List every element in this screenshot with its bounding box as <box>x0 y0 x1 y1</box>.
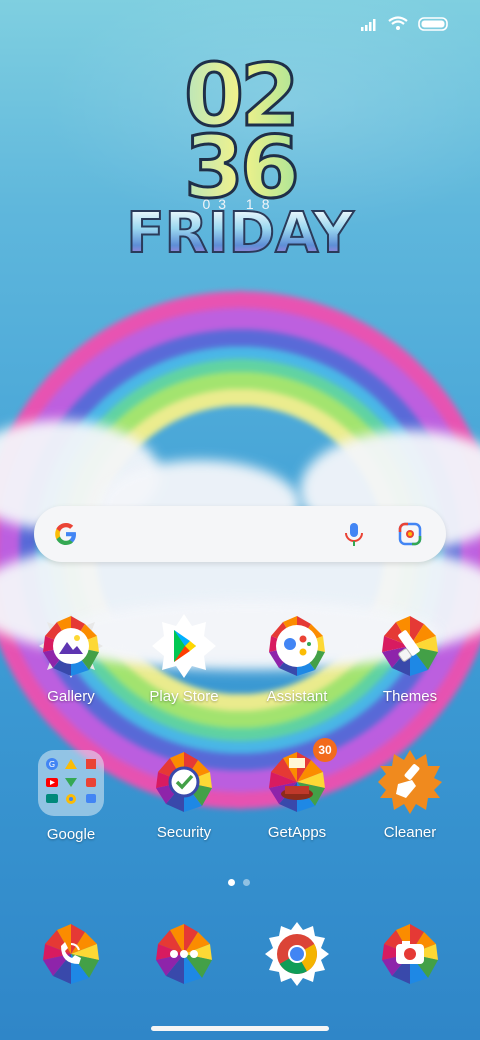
page-indicator <box>228 879 250 886</box>
dock-camera[interactable] <box>355 922 465 986</box>
app-google-folder[interactable]: G Google <box>16 750 126 843</box>
messages-icon <box>156 924 212 984</box>
themes-icon <box>382 616 438 676</box>
app-themes[interactable]: Themes <box>355 614 465 705</box>
app-label: GetApps <box>267 824 327 841</box>
camera-icon <box>382 924 438 984</box>
svg-text:G: G <box>49 760 55 769</box>
signal-icon <box>361 18 376 31</box>
google-g-icon <box>55 523 76 545</box>
status-bar <box>360 16 450 31</box>
notification-badge: 30 <box>313 738 337 762</box>
dock-phone[interactable] <box>16 922 126 986</box>
assistant-icon <box>269 616 325 676</box>
dock-chrome[interactable] <box>242 922 352 986</box>
google-search-bar[interactable] <box>34 506 446 562</box>
dock-messages[interactable] <box>129 922 239 986</box>
gallery-icon <box>39 614 103 678</box>
wifi-icon <box>388 16 408 30</box>
app-cleaner[interactable]: Cleaner <box>355 750 465 841</box>
app-label: Play Store <box>149 688 219 705</box>
app-label: Themes <box>382 688 438 705</box>
app-gallery[interactable]: Gallery <box>16 614 126 705</box>
google-folder-icon: G <box>38 750 104 816</box>
app-label: Gallery <box>47 688 95 705</box>
security-icon <box>156 752 212 812</box>
google-lens-icon[interactable] <box>396 520 424 548</box>
app-security[interactable]: Security <box>129 750 239 841</box>
clock-day: FRIDAY <box>0 205 480 263</box>
clock-widget[interactable]: 02 36 03 18 FRIDAY <box>0 52 480 263</box>
app-label: Cleaner <box>383 824 437 841</box>
clock-minute: 36 <box>0 124 480 213</box>
phone-icon <box>43 924 99 984</box>
app-play-store[interactable]: Play Store <box>129 614 239 705</box>
app-label: Assistant <box>266 688 328 705</box>
battery-icon <box>418 16 448 31</box>
home-gesture-bar[interactable] <box>151 1026 329 1031</box>
app-getapps[interactable]: 30 GetApps <box>242 738 352 841</box>
cleaner-icon <box>378 750 442 814</box>
chrome-icon <box>265 922 329 986</box>
mic-icon[interactable] <box>340 520 368 548</box>
app-label: Google <box>46 826 96 843</box>
app-label: Security <box>156 824 212 841</box>
page-dot-active <box>228 879 235 886</box>
app-assistant[interactable]: Assistant <box>242 614 352 705</box>
play-store-icon <box>152 614 216 678</box>
page-dot <box>243 879 250 886</box>
